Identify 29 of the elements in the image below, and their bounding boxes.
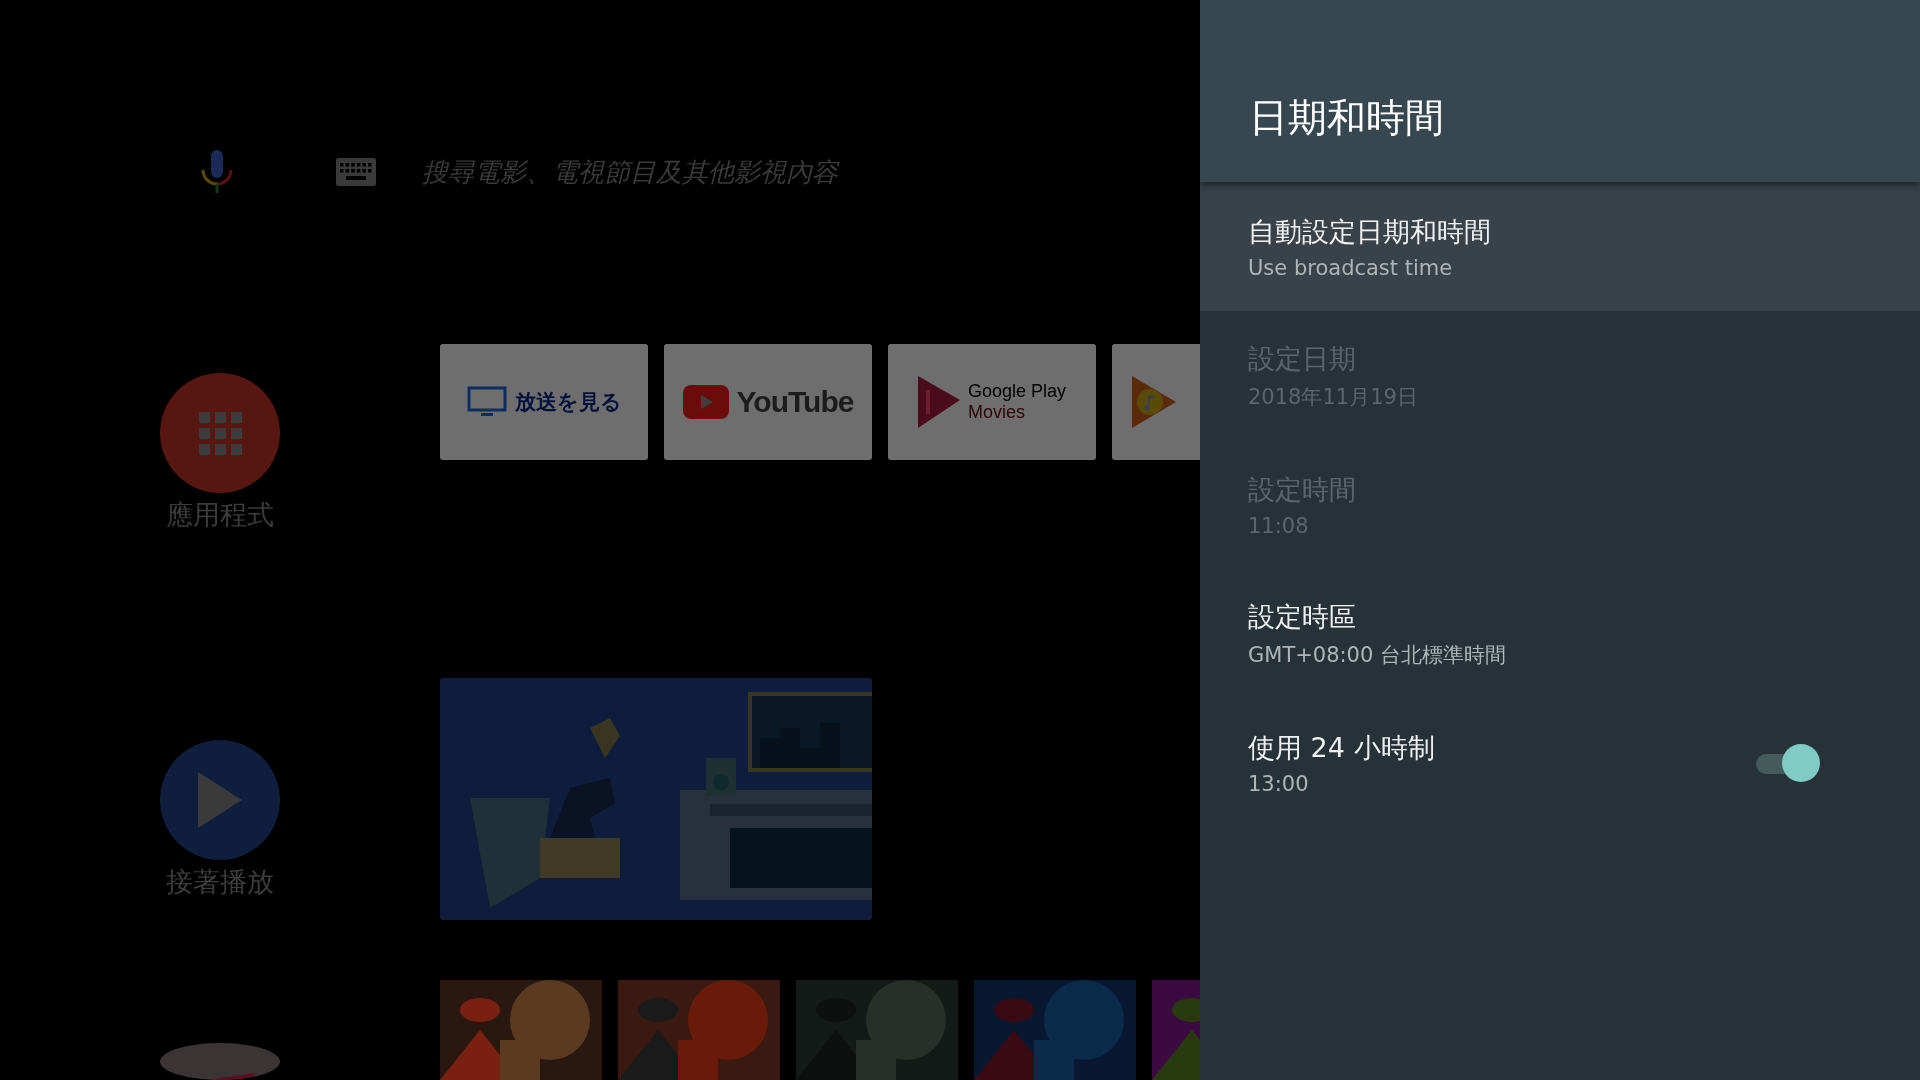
settings-item-value: Use broadcast time <box>1248 255 1454 280</box>
microphone-icon[interactable] <box>200 150 234 194</box>
app-tile[interactable]: 放送を見る <box>440 344 648 460</box>
sidebar-label: 接著播放 <box>166 865 274 899</box>
settings-item-value: 13:00 <box>1248 771 1310 796</box>
app-tile-label: YouTube <box>736 385 854 419</box>
play-logo-icon <box>682 385 729 419</box>
settings-item-title: 使用 24 小時制 <box>1248 730 1436 765</box>
settings-item-title: 設定時區 <box>1248 599 1357 634</box>
play-icon <box>198 772 242 828</box>
app-tile-label: Google Play <box>967 381 1067 402</box>
apps-grid-icon <box>198 411 242 455</box>
settings-item-title: 自動設定日期和時間 <box>1248 214 1492 249</box>
settings-item-value: GMT+08:00 台北標準時間 <box>1248 641 1507 669</box>
monitor-icon <box>466 386 507 418</box>
app-tile-label: 放送を見る <box>514 389 622 416</box>
film-triangle-icon <box>917 376 960 428</box>
sidebar-label: 應用程式 <box>166 498 274 532</box>
settings-item[interactable]: 設定時區 GMT+08:00 台北標準時間 <box>1200 569 1920 698</box>
app-tile-sublabel: Movies <box>967 402 1026 423</box>
settings-item[interactable]: 自動設定日期和時間 Use broadcast time <box>1200 182 1920 311</box>
settings-item[interactable]: 使用 24 小時制 13:00 <box>1200 698 1920 827</box>
panel-title: 日期和時間 <box>1249 94 1444 142</box>
toggle-switch[interactable] <box>1754 743 1820 782</box>
app-tile[interactable]: Google Play Movies <box>888 344 1096 460</box>
music-triangle-icon <box>1132 376 1176 428</box>
search-field[interactable]: 搜尋電影、電視節目及其他影視內容 <box>422 152 1062 192</box>
app-tile[interactable]: YouTube <box>664 344 872 460</box>
keyboard-icon[interactable] <box>336 158 376 186</box>
